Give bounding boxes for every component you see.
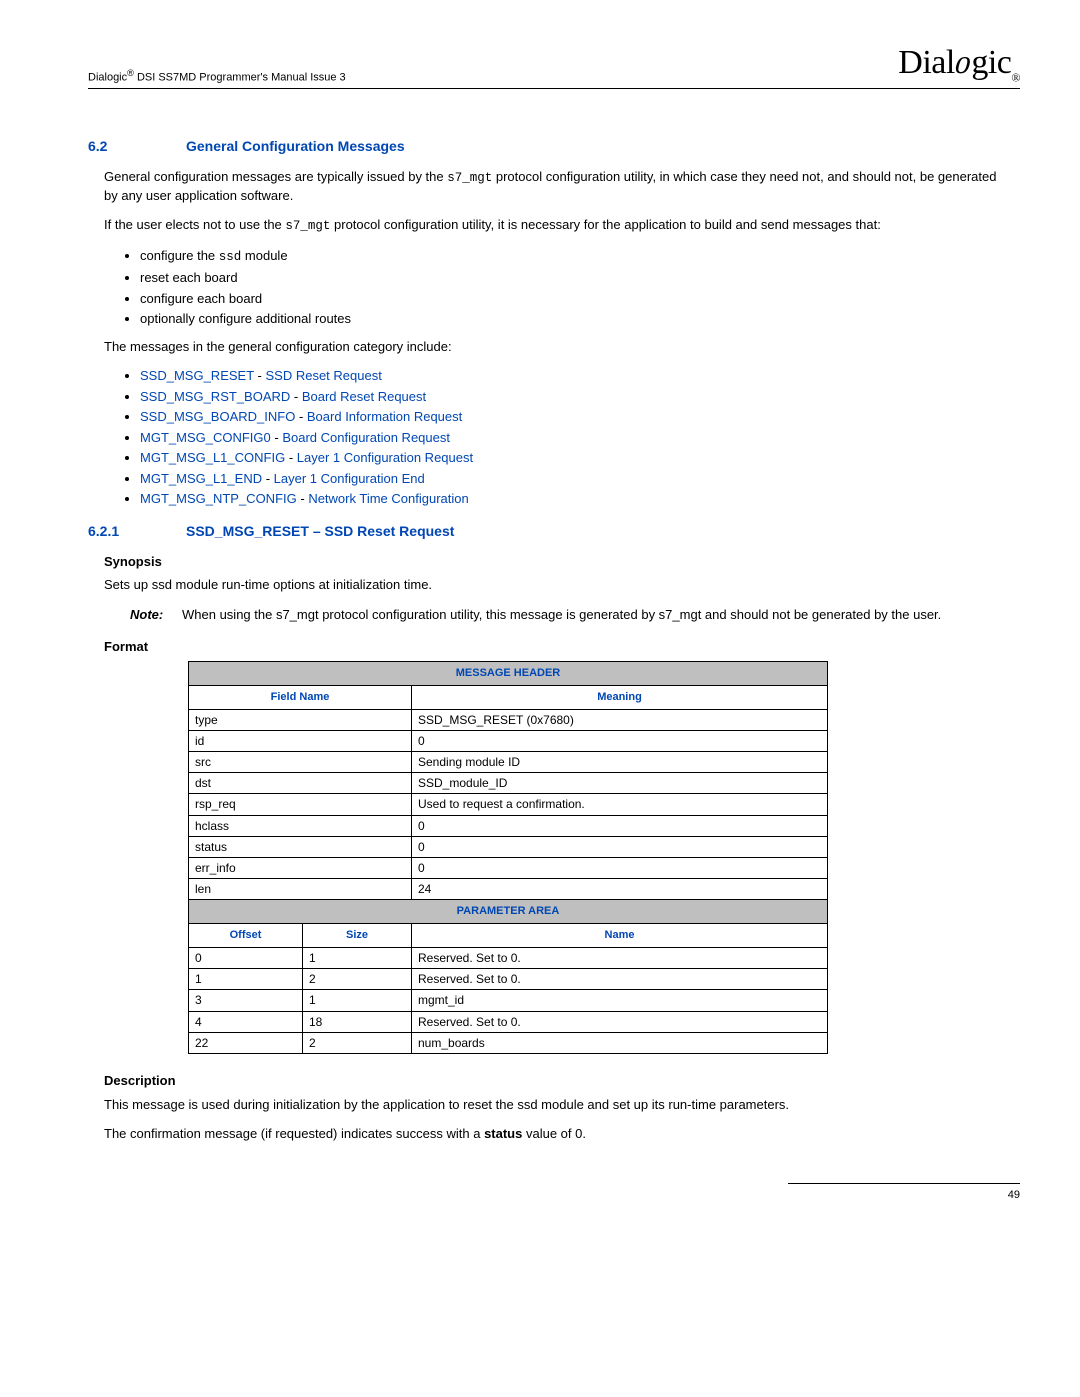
para-category-include: The messages in the general configuratio… — [104, 338, 1010, 356]
list-item: MGT_MSG_CONFIG0 - Board Configuration Re… — [140, 429, 1010, 447]
description-label: Description — [104, 1072, 1020, 1090]
description-p1: This message is used during initializati… — [104, 1096, 1010, 1114]
param-area-banner: PARAMETER AREA — [189, 900, 828, 924]
section-6-2-1-heading: 6.2.1 SSD_MSG_RESET – SSD Reset Request — [88, 522, 1020, 541]
list-item: optionally configure additional routes — [140, 310, 1010, 328]
table-row: 222num_boards — [189, 1032, 828, 1053]
col-size: Size — [303, 924, 412, 948]
table-row: dstSSD_module_ID — [189, 773, 828, 794]
list-item: MGT_MSG_NTP_CONFIG - Network Time Config… — [140, 490, 1010, 508]
msg-link[interactable]: SSD_MSG_RESET — [140, 368, 254, 383]
table-row: 31mgmt_id — [189, 990, 828, 1011]
table-row: id0 — [189, 730, 828, 751]
msg-desc-link[interactable]: Layer 1 Configuration End — [274, 471, 425, 486]
msg-link[interactable]: MGT_MSG_L1_CONFIG — [140, 450, 285, 465]
table-row: status0 — [189, 836, 828, 857]
list-item: MGT_MSG_L1_CONFIG - Layer 1 Configuratio… — [140, 449, 1010, 467]
message-link-list: SSD_MSG_RESET - SSD Reset RequestSSD_MSG… — [104, 367, 1010, 508]
col-offset: Offset — [189, 924, 303, 948]
table-row: 418Reserved. Set to 0. — [189, 1011, 828, 1032]
synopsis-label: Synopsis — [104, 553, 1020, 571]
msg-desc-link[interactable]: Network Time Configuration — [308, 491, 468, 506]
list-item: MGT_MSG_L1_END - Layer 1 Configuration E… — [140, 470, 1010, 488]
table-row: hclass0 — [189, 815, 828, 836]
col-name: Name — [412, 924, 828, 948]
list-item: configure the ssd module — [140, 247, 1010, 266]
msg-header-banner: MESSAGE HEADER — [189, 662, 828, 686]
msg-link[interactable]: MGT_MSG_CONFIG0 — [140, 430, 271, 445]
list-item: SSD_MSG_BOARD_INFO - Board Information R… — [140, 408, 1010, 426]
msg-desc-link[interactable]: SSD Reset Request — [265, 368, 381, 383]
table-row: srcSending module ID — [189, 752, 828, 773]
header-text: Dialogic® DSI SS7MD Programmer's Manual … — [88, 67, 346, 86]
synopsis-text: Sets up ssd module run-time options at i… — [104, 576, 1010, 594]
msg-link[interactable]: SSD_MSG_RST_BOARD — [140, 389, 290, 404]
dialogic-logo: Dialogic® — [898, 40, 1020, 86]
table-row: err_info0 — [189, 858, 828, 879]
format-label: Format — [104, 638, 1020, 656]
table-row: len24 — [189, 879, 828, 900]
col-meaning: Meaning — [412, 685, 828, 709]
section-6-2-heading: 6.2 General Configuration Messages — [88, 137, 1020, 156]
list-item: SSD_MSG_RESET - SSD Reset Request — [140, 367, 1010, 385]
table-row: rsp_reqUsed to request a confirmation. — [189, 794, 828, 815]
page-number: 49 — [88, 1188, 1020, 1203]
description-p2: The confirmation message (if requested) … — [104, 1125, 1010, 1143]
para-intro-2: If the user elects not to use the s7_mgt… — [104, 216, 1010, 235]
col-field-name: Field Name — [189, 685, 412, 709]
msg-desc-link[interactable]: Board Configuration Request — [282, 430, 450, 445]
config-bullet-list: configure the ssd module reset each board… — [104, 247, 1010, 328]
msg-desc-link[interactable]: Layer 1 Configuration Request — [297, 450, 473, 465]
msg-link[interactable]: MGT_MSG_NTP_CONFIG — [140, 491, 297, 506]
para-intro-1: General configuration messages are typic… — [104, 168, 1010, 204]
note-label: Note: — [130, 606, 182, 624]
list-item: configure each board — [140, 290, 1010, 308]
page-header: Dialogic® DSI SS7MD Programmer's Manual … — [88, 40, 1020, 89]
table-row: 12Reserved. Set to 0. — [189, 969, 828, 990]
footer-rule — [788, 1183, 1020, 1184]
note-block: Note: When using the s7_mgt protocol con… — [130, 606, 1020, 624]
list-item: reset each board — [140, 269, 1010, 287]
message-header-table: MESSAGE HEADER Field Name Meaning typeSS… — [188, 661, 828, 1054]
table-row: typeSSD_MSG_RESET (0x7680) — [189, 709, 828, 730]
msg-link[interactable]: SSD_MSG_BOARD_INFO — [140, 409, 295, 424]
msg-desc-link[interactable]: Board Reset Request — [302, 389, 426, 404]
msg-link[interactable]: MGT_MSG_L1_END — [140, 471, 262, 486]
msg-desc-link[interactable]: Board Information Request — [307, 409, 462, 424]
table-row: 01Reserved. Set to 0. — [189, 948, 828, 969]
note-text: When using the s7_mgt protocol configura… — [182, 606, 941, 624]
list-item: SSD_MSG_RST_BOARD - Board Reset Request — [140, 388, 1010, 406]
